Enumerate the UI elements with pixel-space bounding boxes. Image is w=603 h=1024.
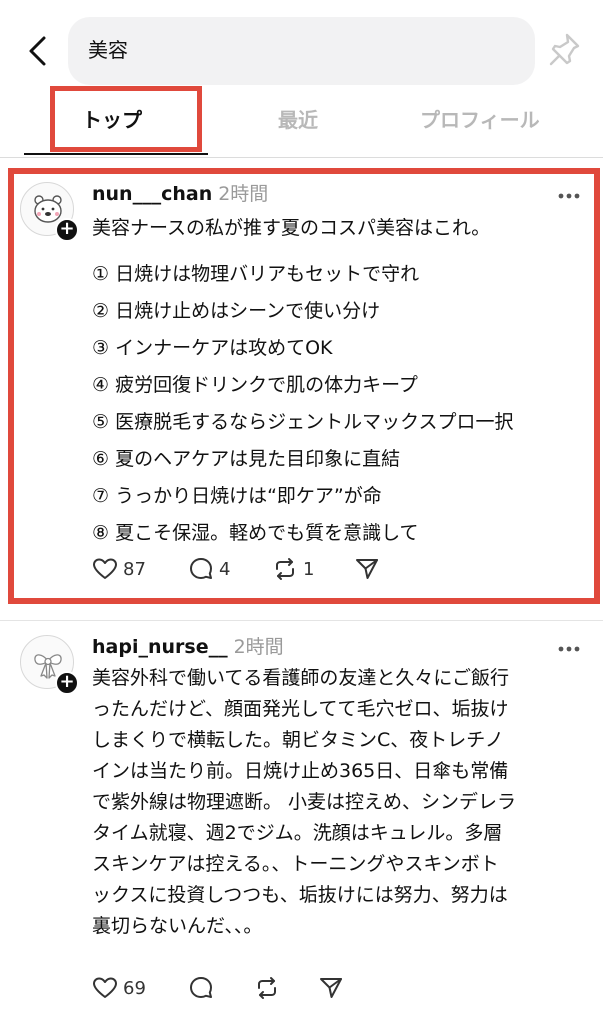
list-item: ⑦ うっかり日焼けは“即ケア”が命 bbox=[92, 485, 382, 507]
plus-icon: + bbox=[59, 671, 75, 692]
repost-icon bbox=[276, 558, 294, 580]
list-item: ⑧ 夏こそ保湿。軽めでも質を意識して bbox=[92, 522, 419, 544]
post-header: nun___chan 2時間 bbox=[92, 179, 268, 206]
post: + hapi_nurse__ 2時間 美容外科で働いてる看護師の友達と久々にご飯行… bbox=[0, 620, 603, 1024]
post-actions: 69 bbox=[92, 973, 412, 1003]
text-line: 美容外科で働いてる看護師の友達と久々にご飯行 bbox=[92, 667, 510, 689]
share-button[interactable] bbox=[354, 554, 380, 584]
post-text: 美容ナースの私が推す夏のコスパ美容はこれ。 bbox=[92, 217, 491, 239]
text-line: で紫外線は物理遮断。 小麦は控えめ、シンデレラ bbox=[92, 791, 517, 813]
post-text: 美容外科で働いてる看護師の友達と久々にご飯行 ったんだけど、顔面発光してて毛穴ゼ… bbox=[92, 663, 587, 942]
list-item: ① 日焼けは物理バリアもセットで守れ bbox=[92, 263, 420, 285]
text-line: ックスに投資しつつも、垢抜けには努力、努力は bbox=[92, 884, 508, 906]
username[interactable]: hapi_nurse__ bbox=[92, 636, 228, 658]
post-header: hapi_nurse__ 2時間 bbox=[92, 632, 284, 659]
repost-icon bbox=[258, 977, 276, 999]
post-list: ① 日焼けは物理バリアもセットで守れ ② 日焼け止めはシーンで使い分け ③ イン… bbox=[92, 256, 592, 552]
like-button[interactable]: 87 bbox=[92, 554, 146, 584]
like-count: 69 bbox=[123, 977, 146, 999]
more-options-button[interactable] bbox=[556, 186, 582, 199]
list-item: ③ インナーケアは攻めてOK bbox=[92, 337, 333, 359]
more-options-button[interactable] bbox=[556, 639, 582, 652]
more-icon bbox=[558, 193, 580, 199]
post-time: 2時間 bbox=[218, 183, 269, 205]
repost-button[interactable] bbox=[254, 973, 280, 1003]
post-time: 2時間 bbox=[233, 636, 284, 658]
text-line: 裏切らないんだ、、。 bbox=[92, 915, 263, 937]
post: + nun___chan 2時間 美容ナースの私が推す夏のコスパ美容はこれ。 ① … bbox=[0, 160, 603, 620]
text-line: スキンケアは控える。、トーニングやスキンボト bbox=[92, 853, 499, 875]
post-actions: 87 4 1 bbox=[92, 554, 412, 584]
list-item: ⑥ 夏のヘアケアは見た目印象に直結 bbox=[92, 448, 401, 470]
search-query: 美容 bbox=[88, 38, 128, 62]
back-arrow-icon bbox=[29, 36, 46, 66]
search-input[interactable]: 美容 bbox=[68, 17, 535, 85]
username[interactable]: nun___chan bbox=[92, 183, 212, 205]
follow-button[interactable]: + bbox=[55, 218, 79, 242]
active-tab-indicator bbox=[24, 153, 208, 155]
tab-profile[interactable]: プロフィール bbox=[420, 104, 540, 133]
reply-button[interactable] bbox=[188, 973, 214, 1003]
like-count: 87 bbox=[123, 558, 146, 580]
top-bar: 美容 bbox=[0, 0, 603, 92]
heart-icon bbox=[93, 977, 117, 998]
share-icon bbox=[356, 559, 378, 579]
repost-button[interactable]: 1 bbox=[272, 554, 314, 584]
pin-button[interactable] bbox=[547, 30, 583, 70]
follow-button[interactable]: + bbox=[55, 671, 79, 695]
share-button[interactable] bbox=[318, 973, 344, 1003]
list-item: ④ 疲労回復ドリンクで肌の体力キープ bbox=[92, 374, 418, 396]
share-icon bbox=[320, 978, 342, 998]
tab-recent[interactable]: 最近 bbox=[278, 104, 318, 133]
text-line: ったんだけど、顔面発光してて毛穴ゼロ、垢抜け bbox=[92, 698, 509, 720]
back-button[interactable] bbox=[24, 34, 52, 68]
reply-button[interactable]: 4 bbox=[188, 554, 230, 584]
reply-icon bbox=[190, 977, 212, 998]
repost-count: 1 bbox=[303, 558, 315, 580]
pin-icon bbox=[549, 33, 580, 66]
list-item: ② 日焼け止めはシーンで使い分け bbox=[92, 300, 381, 322]
text-line: インは当たり前。日焼け止め365日、日傘も常備 bbox=[92, 760, 509, 782]
text-line: タイム就寝、週2でジム。洗顔はキュレル。多層 bbox=[92, 822, 503, 844]
plus-icon: + bbox=[59, 218, 75, 239]
reply-icon bbox=[190, 558, 212, 579]
more-icon bbox=[558, 646, 580, 652]
text-line: しまくりで横転した。朝ビタミンC、夜トレチノ bbox=[92, 729, 504, 751]
like-button[interactable]: 69 bbox=[92, 973, 146, 1003]
highlight-box-tab bbox=[50, 86, 202, 152]
reply-count: 4 bbox=[219, 558, 231, 580]
heart-icon bbox=[93, 558, 117, 579]
list-item: ⑤ 医療脱毛するならジェントルマックスプロ一択 bbox=[92, 411, 514, 433]
